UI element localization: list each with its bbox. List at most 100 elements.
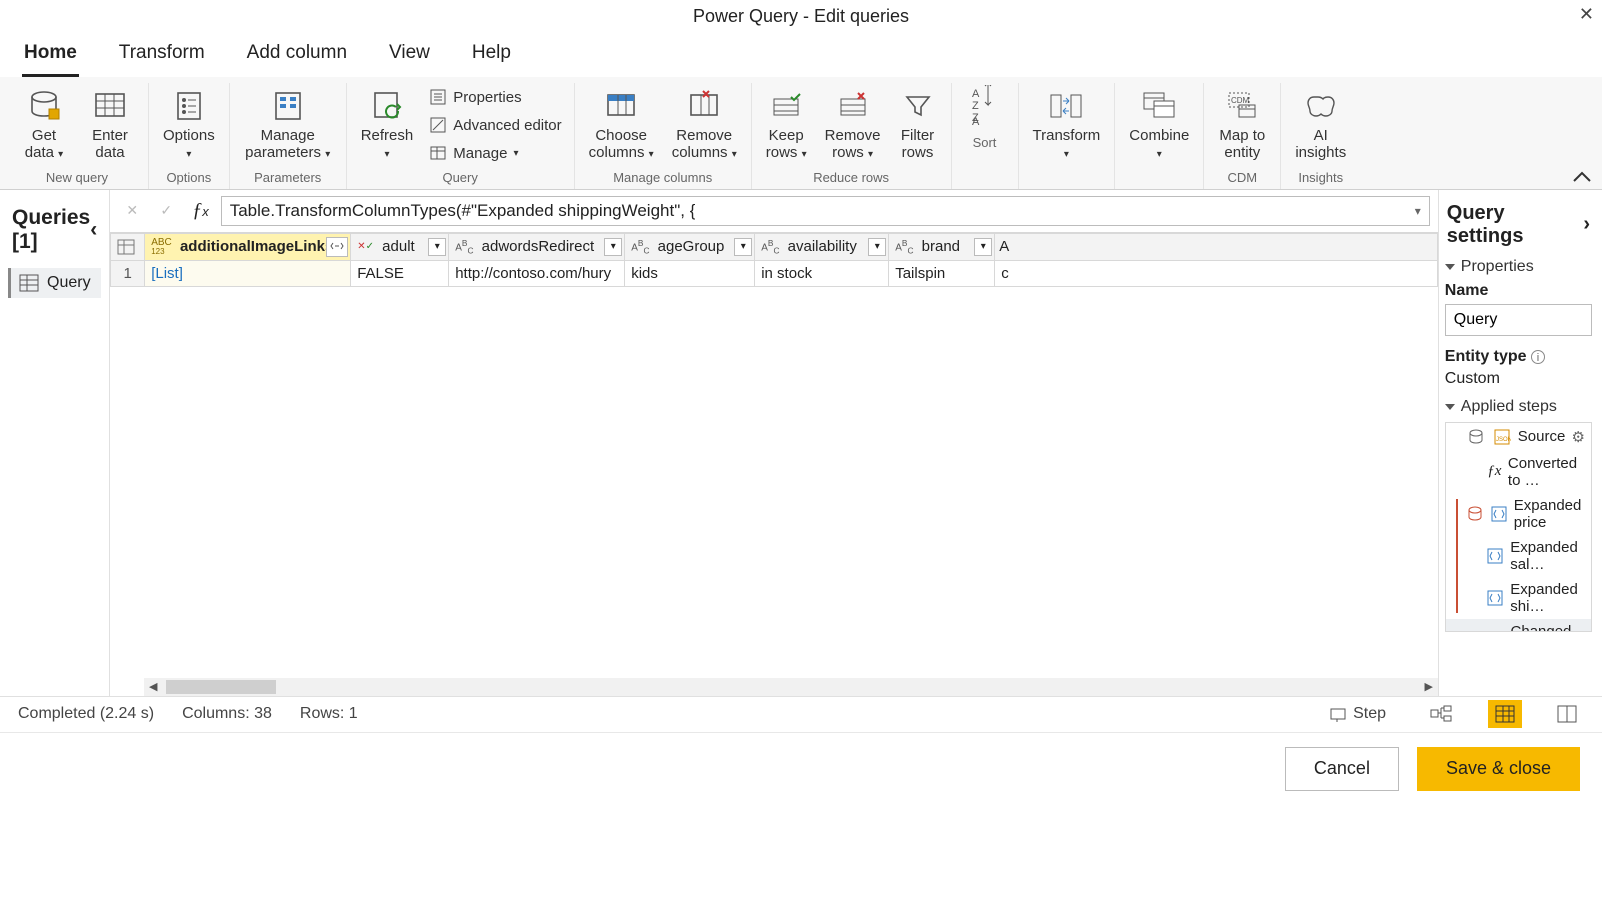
cdm-icon: CDM [1223,87,1261,125]
properties-button[interactable]: Properties [425,85,565,109]
step-icon [1329,705,1347,723]
manage-query-button[interactable]: Manage ▾ [425,141,565,165]
map-to-entity-button[interactable]: CDM Map toentity [1212,83,1272,166]
cell[interactable]: kids [625,260,755,286]
filter-rows-button[interactable]: Filterrows [893,83,943,166]
choose-columns-button[interactable]: Choosecolumns ▾ [583,83,660,166]
filter-dropdown-icon[interactable]: ▾ [428,238,446,256]
sort-button[interactable]: AZZA [960,83,1010,131]
window-title: Power Query - Edit queries [693,6,909,27]
step-button[interactable]: Step [1321,701,1394,727]
cell[interactable]: Tailspin [889,260,995,286]
info-icon[interactable]: i [1531,350,1545,364]
step-source[interactable]: JSON Source ⚙ [1446,423,1591,451]
query-list-item[interactable]: Query [8,268,101,298]
column-header-additionalImageLinks[interactable]: ABC123 additionalImageLinks [145,233,351,260]
group-label-combine [1123,166,1195,189]
tab-help[interactable]: Help [470,38,513,77]
type-bool-icon: ✕✓ [357,242,374,252]
cell[interactable]: FALSE [351,260,449,286]
filter-dropdown-icon[interactable]: ▾ [974,238,992,256]
options-button[interactable]: Options▾ [157,83,221,166]
cancel-button[interactable]: Cancel [1285,747,1399,791]
step-expanded-shipping[interactable]: Expanded shi… [1446,577,1591,619]
step-expanded-price[interactable]: Expanded price [1446,493,1591,535]
column-header-ageGroup[interactable]: ABC ageGroup ▾ [625,233,755,260]
refresh-button[interactable]: Refresh▾ [355,83,420,166]
column-header-brand[interactable]: ABC brand ▾ [889,233,995,260]
scroll-thumb[interactable] [166,680,276,694]
query-name-input[interactable] [1445,304,1592,336]
cell[interactable]: http://contoso.com/hury [449,260,625,286]
sort-icon: AZZA [966,87,1004,125]
ai-insights-button[interactable]: AIinsights [1289,83,1352,166]
status-columns: Columns: 38 [182,705,272,723]
group-label-sort: Sort [960,131,1010,154]
filter-dropdown-icon[interactable]: ▾ [604,238,622,256]
tab-transform[interactable]: Transform [117,38,207,77]
enter-data-button[interactable]: Enterdata [80,83,140,166]
cell[interactable]: c [995,260,1438,286]
remove-columns-button[interactable]: Removecolumns ▾ [666,83,743,166]
manage-parameters-button[interactable]: Manageparameters ▾ [238,83,338,166]
grid-view-toggle[interactable] [1488,700,1522,728]
editor-icon [429,116,447,134]
group-label-insights: Insights [1289,166,1352,189]
tab-view[interactable]: View [387,38,432,77]
column-header-more[interactable]: A [995,233,1438,260]
tab-home[interactable]: Home [22,38,79,77]
table-icon [19,274,39,292]
column-header-adult[interactable]: ✕✓ adult ▾ [351,233,449,260]
group-label-cdm: CDM [1212,166,1272,189]
table-row[interactable]: 1 [List] FALSE http://contoso.com/hury k… [111,260,1438,286]
step-converted[interactable]: ƒx Converted to … [1446,451,1591,493]
advanced-editor-button[interactable]: Advanced editor [425,113,565,137]
combine-button[interactable]: Combine▾ [1123,83,1195,166]
diagram-view-button[interactable] [1422,701,1460,727]
accept-formula-icon[interactable]: ✓ [152,197,180,225]
scroll-left-icon[interactable]: ◀ [144,678,162,696]
filter-dropdown-icon[interactable]: ▾ [868,238,886,256]
delete-step-icon[interactable]: ✕ [1572,631,1585,632]
tab-add-column[interactable]: Add column [245,38,349,77]
schema-view-toggle[interactable] [1550,700,1584,728]
svg-text:A: A [972,88,980,100]
status-bar: Completed (2.24 s) Columns: 38 Rows: 1 S… [0,697,1602,733]
remove-rows-button[interactable]: Removerows ▾ [819,83,887,166]
transform-icon [1047,87,1085,125]
caret-down-icon [1445,264,1455,270]
horizontal-scrollbar[interactable]: ◀ ▶ [144,678,1438,696]
close-icon[interactable]: ✕ [1579,4,1594,25]
table-corner[interactable] [111,233,145,260]
expand-step-icon [1486,588,1504,608]
collapse-queries-icon[interactable]: ‹ [90,218,97,242]
applied-steps-toggle[interactable]: Applied steps [1445,398,1592,416]
gear-icon[interactable]: ⚙ [1572,428,1585,446]
entity-type-value: Custom [1445,370,1592,388]
step-expanded-sale[interactable]: Expanded sal… [1446,535,1591,577]
cell[interactable]: in stock [755,260,889,286]
scroll-right-icon[interactable]: ▶ [1420,678,1438,696]
cancel-formula-icon[interactable]: ✕ [118,197,146,225]
column-header-adwordsRedirect[interactable]: ABC adwordsRedirect ▾ [449,233,625,260]
column-header-availability[interactable]: ABC availability ▾ [755,233,889,260]
formula-input[interactable]: Table.TransformColumnTypes(#"Expanded sh… [221,196,1430,226]
keep-rows-button[interactable]: Keeprows ▾ [760,83,813,166]
workspace: Queries [1] ‹ Query ✕ ✓ ƒx Table.Transfo… [0,190,1602,697]
properties-toggle[interactable]: Properties [1445,258,1592,276]
collapse-settings-icon[interactable]: › [1583,213,1590,236]
collapse-ribbon-icon[interactable] [1572,169,1592,183]
transform-button[interactable]: Transform▾ [1027,83,1107,166]
expand-column-icon[interactable] [326,237,348,257]
save-close-button[interactable]: Save & close [1417,747,1580,791]
svg-text:CDM: CDM [1231,96,1250,105]
ribbon-group-combine: Combine▾ [1115,83,1204,189]
center-pane: ✕ ✓ ƒx Table.TransformColumnTypes(#"Expa… [110,190,1438,696]
formula-expand-icon[interactable]: ▾ [1415,204,1421,218]
expand-step-icon [1486,546,1504,566]
step-changed-column-type[interactable]: ABC123 Changed colu… ✕ [1446,619,1591,632]
cell[interactable]: [List] [145,260,351,286]
get-data-button[interactable]: Getdata ▾ [14,83,74,166]
filter-dropdown-icon[interactable]: ▾ [734,238,752,256]
formula-bar: ✕ ✓ ƒx Table.TransformColumnTypes(#"Expa… [110,190,1438,232]
